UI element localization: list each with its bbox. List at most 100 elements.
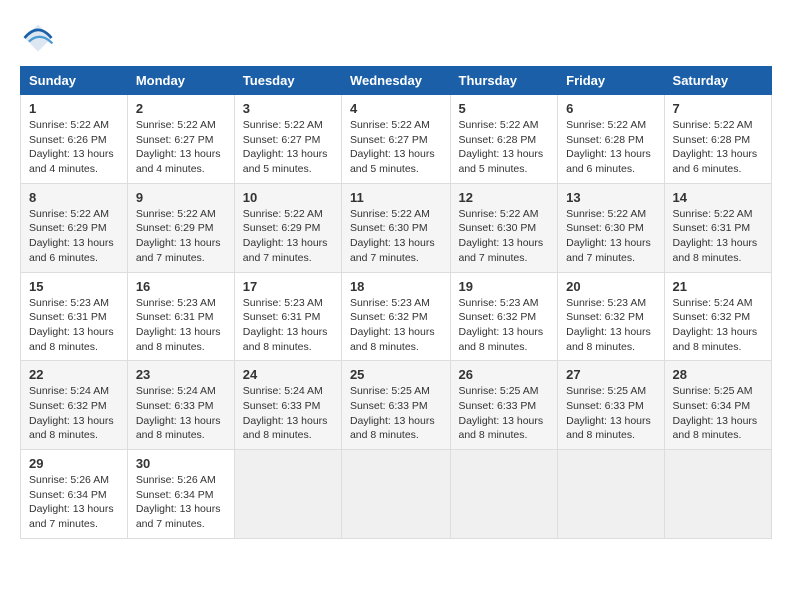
day-number: 11 xyxy=(350,190,442,205)
day-number: 20 xyxy=(566,279,655,294)
day-header-sunday: Sunday xyxy=(21,67,128,95)
day-info: Sunrise: 5:23 AM Sunset: 6:32 PM Dayligh… xyxy=(350,296,442,355)
day-header-wednesday: Wednesday xyxy=(341,67,450,95)
day-info: Sunrise: 5:22 AM Sunset: 6:29 PM Dayligh… xyxy=(136,207,226,266)
day-number: 14 xyxy=(673,190,763,205)
calendar-cell xyxy=(558,450,664,539)
day-number: 23 xyxy=(136,367,226,382)
calendar-cell: 19 Sunrise: 5:23 AM Sunset: 6:32 PM Dayli… xyxy=(450,272,558,361)
calendar-cell: 1 Sunrise: 5:22 AM Sunset: 6:26 PM Daylig… xyxy=(21,95,128,184)
calendar-cell: 11 Sunrise: 5:22 AM Sunset: 6:30 PM Dayli… xyxy=(341,183,450,272)
calendar-cell: 30Sunrise: 5:26 AM Sunset: 6:34 PM Dayli… xyxy=(127,450,234,539)
calendar-cell: 5Sunrise: 5:22 AM Sunset: 6:28 PM Daylig… xyxy=(450,95,558,184)
calendar-week-4: 22 Sunrise: 5:24 AM Sunset: 6:32 PM Dayli… xyxy=(21,361,772,450)
day-header-monday: Monday xyxy=(127,67,234,95)
day-number: 19 xyxy=(459,279,550,294)
calendar-cell: 27Sunrise: 5:25 AM Sunset: 6:33 PM Dayli… xyxy=(558,361,664,450)
calendar-cell: 22 Sunrise: 5:24 AM Sunset: 6:32 PM Dayli… xyxy=(21,361,128,450)
calendar-cell: 10 Sunrise: 5:22 AM Sunset: 6:29 PM Dayli… xyxy=(234,183,341,272)
calendar-cell: 18 Sunrise: 5:23 AM Sunset: 6:32 PM Dayli… xyxy=(341,272,450,361)
day-number: 10 xyxy=(243,190,333,205)
calendar-cell: 6Sunrise: 5:22 AM Sunset: 6:28 PM Daylig… xyxy=(558,95,664,184)
calendar-cell: 12 Sunrise: 5:22 AM Sunset: 6:30 PM Dayli… xyxy=(450,183,558,272)
day-info: Sunrise: 5:26 AM Sunset: 6:34 PM Dayligh… xyxy=(29,473,119,532)
day-number: 15 xyxy=(29,279,119,294)
calendar-cell: 20 Sunrise: 5:23 AM Sunset: 6:32 PM Dayli… xyxy=(558,272,664,361)
day-info: Sunrise: 5:22 AM Sunset: 6:28 PM Dayligh… xyxy=(566,118,655,177)
day-number: 22 xyxy=(29,367,119,382)
day-info: Sunrise: 5:22 AM Sunset: 6:27 PM Dayligh… xyxy=(136,118,226,177)
day-number: 12 xyxy=(459,190,550,205)
calendar-cell: 24 Sunrise: 5:24 AM Sunset: 6:33 PM Dayli… xyxy=(234,361,341,450)
calendar-week-2: 8 Sunrise: 5:22 AM Sunset: 6:29 PM Daylig… xyxy=(21,183,772,272)
calendar-cell xyxy=(341,450,450,539)
day-info: Sunrise: 5:25 AM Sunset: 6:33 PM Dayligh… xyxy=(566,384,655,443)
calendar-cell: 9Sunrise: 5:22 AM Sunset: 6:29 PM Daylig… xyxy=(127,183,234,272)
day-info: Sunrise: 5:25 AM Sunset: 6:33 PM Dayligh… xyxy=(459,384,550,443)
calendar-cell: 14 Sunrise: 5:22 AM Sunset: 6:31 PM Dayli… xyxy=(664,183,771,272)
day-number: 16 xyxy=(136,279,226,294)
calendar-cell: 8 Sunrise: 5:22 AM Sunset: 6:29 PM Daylig… xyxy=(21,183,128,272)
calendar-cell: 26 Sunrise: 5:25 AM Sunset: 6:33 PM Dayli… xyxy=(450,361,558,450)
calendar-cell: 21 Sunrise: 5:24 AM Sunset: 6:32 PM Dayli… xyxy=(664,272,771,361)
day-number: 2 xyxy=(136,101,226,116)
day-info: Sunrise: 5:22 AM Sunset: 6:31 PM Dayligh… xyxy=(673,207,763,266)
day-info: Sunrise: 5:22 AM Sunset: 6:28 PM Dayligh… xyxy=(459,118,550,177)
day-number: 29 xyxy=(29,456,119,471)
day-number: 1 xyxy=(29,101,119,116)
calendar-cell: 4 Sunrise: 5:22 AM Sunset: 6:27 PM Daylig… xyxy=(341,95,450,184)
day-info: Sunrise: 5:22 AM Sunset: 6:27 PM Dayligh… xyxy=(243,118,333,177)
calendar-cell xyxy=(664,450,771,539)
day-info: Sunrise: 5:22 AM Sunset: 6:30 PM Dayligh… xyxy=(350,207,442,266)
day-info: Sunrise: 5:22 AM Sunset: 6:28 PM Dayligh… xyxy=(673,118,763,177)
day-info: Sunrise: 5:22 AM Sunset: 6:27 PM Dayligh… xyxy=(350,118,442,177)
day-info: Sunrise: 5:22 AM Sunset: 6:29 PM Dayligh… xyxy=(243,207,333,266)
calendar-cell xyxy=(234,450,341,539)
day-number: 25 xyxy=(350,367,442,382)
day-number: 17 xyxy=(243,279,333,294)
day-info: Sunrise: 5:23 AM Sunset: 6:31 PM Dayligh… xyxy=(29,296,119,355)
day-number: 26 xyxy=(459,367,550,382)
calendar-cell: 23 Sunrise: 5:24 AM Sunset: 6:33 PM Dayli… xyxy=(127,361,234,450)
day-number: 24 xyxy=(243,367,333,382)
day-header-friday: Friday xyxy=(558,67,664,95)
day-header-thursday: Thursday xyxy=(450,67,558,95)
day-number: 30 xyxy=(136,456,226,471)
day-info: Sunrise: 5:22 AM Sunset: 6:26 PM Dayligh… xyxy=(29,118,119,177)
calendar-cell: 15 Sunrise: 5:23 AM Sunset: 6:31 PM Dayli… xyxy=(21,272,128,361)
day-number: 21 xyxy=(673,279,763,294)
day-info: Sunrise: 5:23 AM Sunset: 6:31 PM Dayligh… xyxy=(136,296,226,355)
calendar-cell: 2 Sunrise: 5:22 AM Sunset: 6:27 PM Daylig… xyxy=(127,95,234,184)
calendar-week-3: 15 Sunrise: 5:23 AM Sunset: 6:31 PM Dayli… xyxy=(21,272,772,361)
logo xyxy=(20,20,60,56)
day-info: Sunrise: 5:22 AM Sunset: 6:30 PM Dayligh… xyxy=(566,207,655,266)
day-number: 13 xyxy=(566,190,655,205)
calendar-cell: 3Sunrise: 5:22 AM Sunset: 6:27 PM Daylig… xyxy=(234,95,341,184)
day-info: Sunrise: 5:22 AM Sunset: 6:30 PM Dayligh… xyxy=(459,207,550,266)
day-info: Sunrise: 5:24 AM Sunset: 6:32 PM Dayligh… xyxy=(29,384,119,443)
day-number: 4 xyxy=(350,101,442,116)
day-info: Sunrise: 5:25 AM Sunset: 6:34 PM Dayligh… xyxy=(673,384,763,443)
day-info: Sunrise: 5:22 AM Sunset: 6:29 PM Dayligh… xyxy=(29,207,119,266)
day-info: Sunrise: 5:23 AM Sunset: 6:32 PM Dayligh… xyxy=(459,296,550,355)
day-number: 18 xyxy=(350,279,442,294)
logo-icon xyxy=(20,20,56,56)
day-info: Sunrise: 5:24 AM Sunset: 6:33 PM Dayligh… xyxy=(243,384,333,443)
calendar-cell: 28Sunrise: 5:25 AM Sunset: 6:34 PM Dayli… xyxy=(664,361,771,450)
day-info: Sunrise: 5:24 AM Sunset: 6:32 PM Dayligh… xyxy=(673,296,763,355)
calendar-week-1: 1 Sunrise: 5:22 AM Sunset: 6:26 PM Daylig… xyxy=(21,95,772,184)
calendar-header-row: SundayMondayTuesdayWednesdayThursdayFrid… xyxy=(21,67,772,95)
day-number: 7 xyxy=(673,101,763,116)
calendar-cell: 25 Sunrise: 5:25 AM Sunset: 6:33 PM Dayli… xyxy=(341,361,450,450)
calendar-cell: 29 Sunrise: 5:26 AM Sunset: 6:34 PM Dayli… xyxy=(21,450,128,539)
day-header-tuesday: Tuesday xyxy=(234,67,341,95)
day-info: Sunrise: 5:23 AM Sunset: 6:32 PM Dayligh… xyxy=(566,296,655,355)
calendar-cell xyxy=(450,450,558,539)
day-info: Sunrise: 5:25 AM Sunset: 6:33 PM Dayligh… xyxy=(350,384,442,443)
calendar-table: SundayMondayTuesdayWednesdayThursdayFrid… xyxy=(20,66,772,539)
day-number: 8 xyxy=(29,190,119,205)
day-info: Sunrise: 5:24 AM Sunset: 6:33 PM Dayligh… xyxy=(136,384,226,443)
page-header xyxy=(20,20,772,56)
calendar-week-5: 29 Sunrise: 5:26 AM Sunset: 6:34 PM Dayli… xyxy=(21,450,772,539)
calendar-cell: 17Sunrise: 5:23 AM Sunset: 6:31 PM Dayli… xyxy=(234,272,341,361)
